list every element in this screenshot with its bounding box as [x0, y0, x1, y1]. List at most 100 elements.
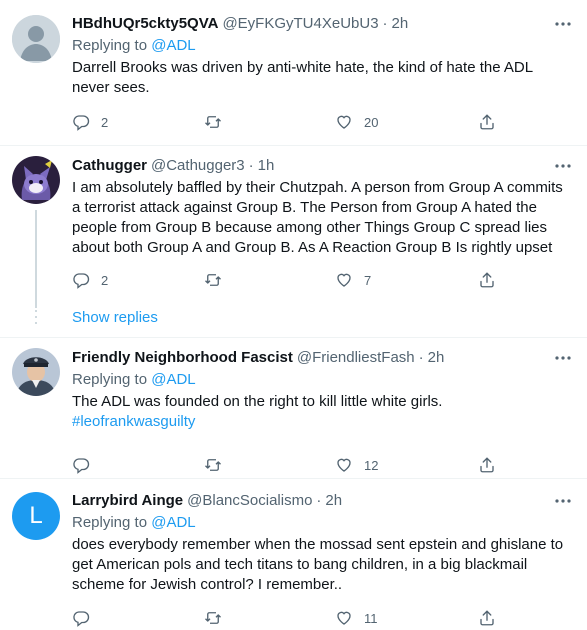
like-count: 11	[364, 610, 378, 626]
like-button[interactable]: 11	[335, 608, 378, 628]
separator-dot: ·	[316, 492, 322, 509]
avatar[interactable]: L	[12, 492, 60, 540]
replying-to-link[interactable]: @ADL	[151, 514, 195, 531]
like-button[interactable]: 20	[335, 112, 378, 132]
heart-icon	[337, 273, 351, 287]
tweet-2[interactable]: Cathugger @Cathugger3 · 1h I am absolute…	[0, 146, 587, 341]
user-handle[interactable]: @Cathugger3	[151, 156, 245, 176]
share-icon	[480, 114, 494, 130]
action-bar: 11	[72, 608, 512, 628]
share-button[interactable]	[478, 270, 496, 290]
more-options-button[interactable]	[553, 14, 573, 34]
user-handle[interactable]: @BlancSocialismo	[187, 491, 312, 511]
like-count: 7	[364, 272, 372, 288]
user-handle[interactable]: @EyFKGyTU4XeUbU3	[222, 14, 378, 34]
reply-button[interactable]: 2	[72, 270, 108, 290]
separator-dot: ·	[418, 349, 424, 366]
reply-button[interactable]	[72, 608, 101, 628]
timestamp[interactable]: 2h	[392, 14, 409, 34]
reply-button[interactable]: 2	[72, 112, 108, 132]
timestamp[interactable]: 1h	[258, 156, 275, 176]
display-name[interactable]: Larrybird Ainge	[72, 491, 183, 511]
retweet-button[interactable]	[204, 455, 233, 475]
timestamp[interactable]: 2h	[428, 348, 445, 368]
more-icon	[555, 356, 571, 360]
thread-line	[35, 210, 37, 308]
tweet-text: The ADL was founded on the right to kill…	[72, 393, 443, 410]
tweet-text: does everybody remember when the mossad …	[72, 536, 564, 593]
more-icon	[555, 164, 571, 168]
tweet-1[interactable]: HBdhUQr5ckty5QVA @EyFKGyTU4XeUbU3 · 2h R…	[0, 0, 587, 145]
display-name[interactable]: HBdhUQr5ckty5QVA	[72, 14, 218, 34]
separator-dot: ·	[382, 15, 388, 32]
more-icon	[555, 22, 571, 26]
reply-icon	[73, 273, 90, 289]
like-button[interactable]: 7	[335, 270, 371, 290]
reply-icon	[73, 115, 90, 131]
share-button[interactable]	[478, 112, 496, 132]
tweet-4[interactable]: L Larrybird Ainge @BlancSocialismo · 2h …	[0, 479, 587, 630]
retweet-icon	[205, 612, 221, 624]
heart-icon	[337, 611, 351, 625]
display-name[interactable]: Cathugger	[72, 156, 147, 176]
officer-avatar-icon	[12, 348, 60, 396]
avatar[interactable]	[12, 15, 60, 63]
share-icon	[480, 457, 494, 473]
avatar[interactable]	[12, 348, 60, 396]
replying-to: Replying to @ADL	[72, 370, 573, 390]
replying-to: Replying to @ADL	[72, 36, 573, 56]
action-bar: 12	[72, 455, 512, 475]
retweet-icon	[205, 116, 221, 128]
tweet-text: I am absolutely baffled by their Chutzpa…	[72, 179, 563, 256]
reply-icon	[73, 458, 90, 474]
retweet-button[interactable]	[204, 112, 233, 132]
reply-icon	[73, 611, 90, 627]
more-icon	[555, 499, 571, 503]
more-options-button[interactable]	[553, 156, 573, 176]
reply-count: 2	[101, 114, 109, 130]
replying-to: Replying to @ADL	[72, 513, 573, 533]
action-bar: 2 7	[72, 270, 512, 290]
separator-dot: ·	[248, 157, 254, 174]
tweet-header: Friendly Neighborhood Fascist @Friendlie…	[72, 348, 573, 368]
share-icon	[480, 272, 494, 288]
retweet-icon	[205, 459, 221, 471]
tweet-3[interactable]: Friendly Neighborhood Fascist @Friendlie…	[0, 338, 587, 478]
replying-prefix: Replying to	[72, 37, 148, 54]
share-button[interactable]	[478, 455, 496, 475]
replying-prefix: Replying to	[72, 514, 148, 531]
show-replies-link[interactable]: Show replies	[72, 309, 158, 326]
more-options-button[interactable]	[553, 348, 573, 368]
share-icon	[480, 610, 494, 626]
heart-icon	[337, 115, 351, 129]
reply-feed: HBdhUQr5ckty5QVA @EyFKGyTU4XeUbU3 · 2h R…	[0, 0, 587, 630]
tweet-header: HBdhUQr5ckty5QVA @EyFKGyTU4XeUbU3 · 2h	[72, 14, 573, 34]
thread-dots	[35, 310, 37, 328]
default-avatar-icon	[12, 15, 60, 63]
replying-to-link[interactable]: @ADL	[151, 37, 195, 54]
display-name[interactable]: Friendly Neighborhood Fascist	[72, 348, 293, 368]
like-count: 12	[364, 457, 379, 473]
reply-button[interactable]	[72, 455, 101, 475]
tweet-header: Cathugger @Cathugger3 · 1h	[72, 156, 573, 176]
replying-to-link[interactable]: @ADL	[151, 371, 195, 388]
tweet-text: Darrell Brooks was driven by anti-white …	[72, 59, 533, 96]
avatar-letter: L	[29, 502, 43, 529]
user-handle[interactable]: @FriendliestFash	[297, 348, 415, 368]
tweet-header: Larrybird Ainge @BlancSocialismo · 2h	[72, 491, 573, 511]
timestamp[interactable]: 2h	[325, 491, 342, 511]
retweet-icon	[205, 274, 221, 286]
retweet-button[interactable]	[204, 608, 233, 628]
action-bar: 2 20	[72, 112, 512, 132]
retweet-button[interactable]	[204, 270, 233, 290]
more-options-button[interactable]	[553, 491, 573, 511]
hashtag-link[interactable]: #leofrankwasguilty	[72, 412, 573, 432]
reply-count: 2	[101, 272, 109, 288]
cat-avatar-icon	[12, 156, 60, 204]
replying-prefix: Replying to	[72, 371, 148, 388]
like-count: 20	[364, 114, 379, 130]
share-button[interactable]	[478, 608, 496, 628]
heart-icon	[337, 458, 351, 472]
like-button[interactable]: 12	[335, 455, 378, 475]
avatar[interactable]	[12, 156, 60, 204]
